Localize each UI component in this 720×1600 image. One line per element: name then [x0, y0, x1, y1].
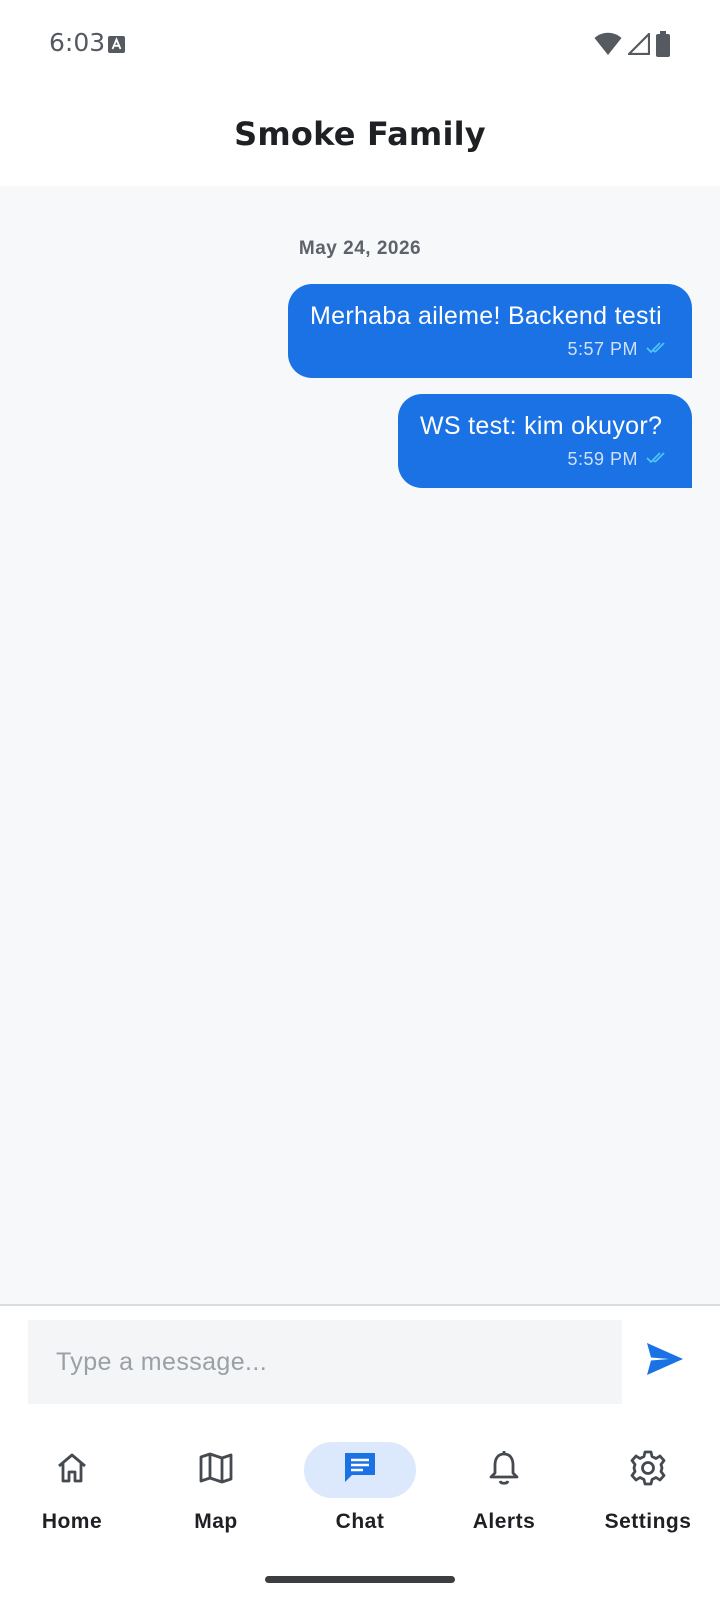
nav-label-chat: Chat — [335, 1510, 385, 1533]
wifi-icon — [594, 32, 622, 61]
message-time: 5:57 PM — [567, 339, 638, 359]
message-composer — [0, 1306, 720, 1420]
map-icon — [198, 1451, 234, 1490]
message-bubble[interactable]: WS test: kim okuyor? 5:59 PM — [398, 394, 692, 488]
app-header: Smoke Family — [0, 90, 720, 186]
nav-label-alerts: Alerts — [472, 1510, 536, 1533]
nav-label-map: Map — [194, 1510, 238, 1533]
message-time: 5:59 PM — [567, 449, 638, 469]
message-input[interactable] — [28, 1320, 622, 1404]
send-icon — [645, 1341, 685, 1382]
nav-item-home[interactable]: Home — [0, 1442, 144, 1552]
send-button[interactable] — [640, 1336, 690, 1386]
message-meta: 5:59 PM — [420, 449, 670, 470]
message-bubble[interactable]: Merhaba aileme! Backend testi 5:57 PM — [288, 284, 692, 378]
nav-item-chat[interactable]: Chat — [288, 1442, 432, 1552]
chat-messages-area[interactable]: May 24, 2026 Merhaba aileme! Backend tes… — [0, 186, 720, 1304]
active-indicator — [304, 1442, 416, 1498]
nav-label-home: Home — [41, 1510, 103, 1533]
message-text: Merhaba aileme! Backend testi — [310, 302, 662, 330]
keyboard-a-icon — [108, 36, 125, 53]
nav-item-map[interactable]: Map — [144, 1442, 288, 1552]
nav-label-settings: Settings — [604, 1510, 692, 1533]
home-icon — [55, 1451, 89, 1490]
status-bar: 6:03 — [0, 0, 720, 90]
nav-item-alerts[interactable]: Alerts — [432, 1442, 576, 1552]
message-meta: 5:57 PM — [310, 339, 670, 360]
gear-icon — [630, 1450, 666, 1491]
status-time: 6:03 — [49, 28, 106, 57]
date-separator: May 24, 2026 — [298, 238, 422, 259]
bottom-navigation: Home Map Chat Alerts Settings — [0, 1420, 720, 1600]
battery-icon — [656, 31, 670, 62]
bell-icon — [488, 1450, 520, 1491]
nav-item-settings[interactable]: Settings — [576, 1442, 720, 1552]
read-receipt-icon — [646, 339, 670, 360]
signal-icon — [626, 31, 651, 60]
message-text: WS test: kim okuyor? — [420, 412, 663, 440]
page-title: Smoke Family — [234, 115, 486, 153]
chat-icon — [342, 1450, 378, 1491]
home-indicator[interactable] — [265, 1576, 455, 1583]
read-receipt-icon — [646, 449, 670, 470]
status-icons — [594, 31, 670, 62]
